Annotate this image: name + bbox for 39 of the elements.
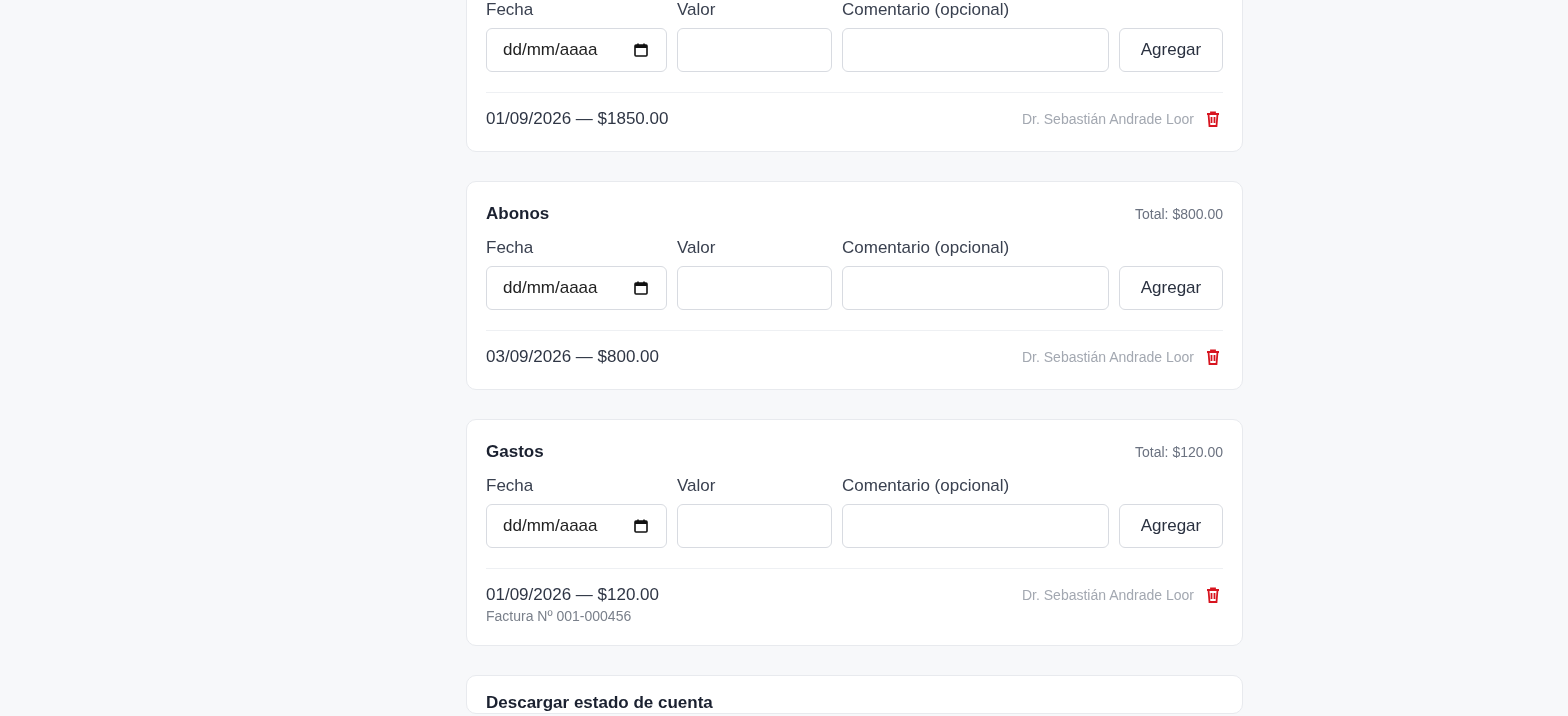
trash-icon[interactable] xyxy=(1206,111,1220,127)
entry-text: 01/09/2026 — $120.00 xyxy=(486,584,659,606)
input-field[interactable] xyxy=(677,266,832,310)
author-name: Dr. Sebastián Andrade Loor xyxy=(1022,587,1194,603)
section-title: Abonos xyxy=(486,204,550,224)
input-field[interactable] xyxy=(842,28,1109,72)
field-label: Comentario (opcional) xyxy=(842,0,1011,20)
input-field[interactable] xyxy=(842,266,1109,310)
section-title: Gastos xyxy=(486,442,544,462)
add-button[interactable]: Agregar xyxy=(1119,266,1223,310)
entry-text: 01/09/2026 — $1850.00 xyxy=(486,108,669,130)
calendar-icon[interactable] xyxy=(633,42,649,58)
calendar-icon[interactable] xyxy=(633,518,649,534)
add-button[interactable]: Agregar xyxy=(1119,504,1223,548)
entry-note: Factura Nº 001-000456 xyxy=(486,607,633,625)
field-label: Valor xyxy=(677,476,717,496)
add-button[interactable]: Agregar xyxy=(1119,28,1223,72)
date-field[interactable]: dd/mm/aaaa xyxy=(486,504,667,548)
field-label: Comentario (opcional) xyxy=(842,476,1011,496)
field-label: Valor xyxy=(677,0,717,20)
date-field[interactable]: dd/mm/aaaa xyxy=(486,266,667,310)
section-title: Descargar estado de cuenta xyxy=(486,693,713,713)
field-label: Fecha xyxy=(486,0,535,20)
author-name: Dr. Sebastián Andrade Loor xyxy=(1022,111,1194,127)
input-field[interactable] xyxy=(842,504,1109,548)
input-field[interactable] xyxy=(677,28,832,72)
calendar-icon[interactable] xyxy=(633,280,649,296)
field-label: Fecha xyxy=(486,476,535,496)
section-total: Total: $120.00 xyxy=(1135,444,1223,460)
section-total: Total: $800.00 xyxy=(1135,206,1223,222)
entry-text: 03/09/2026 — $800.00 xyxy=(486,346,659,368)
field-label: Fecha xyxy=(486,238,535,258)
field-label: Valor xyxy=(677,238,717,258)
trash-icon[interactable] xyxy=(1206,587,1220,603)
trash-icon[interactable] xyxy=(1206,349,1220,365)
field-label: Comentario (opcional) xyxy=(842,238,1011,258)
input-field[interactable] xyxy=(677,504,832,548)
date-field[interactable]: dd/mm/aaaa xyxy=(486,28,667,72)
author-name: Dr. Sebastián Andrade Loor xyxy=(1022,349,1194,365)
